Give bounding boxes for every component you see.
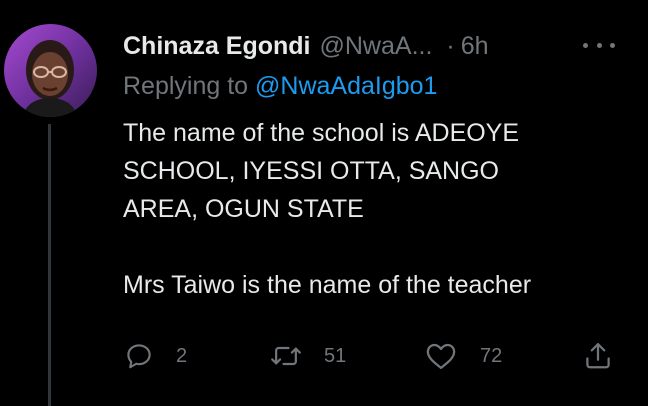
replying-to: Replying to @NwaAdaIgbo1 — [123, 72, 437, 101]
action-bar: 2 51 72 — [0, 334, 648, 378]
tweet-header: Chinaza Egondi @NwaA... · 6h — [123, 28, 489, 64]
tweet-time[interactable]: 6h — [461, 32, 489, 61]
author-name[interactable]: Chinaza Egondi — [123, 32, 311, 61]
share-button[interactable] — [583, 334, 613, 378]
reply-count: 2 — [176, 344, 188, 367]
replying-prefix: Replying to — [123, 72, 249, 100]
share-icon — [583, 341, 613, 371]
reply-button[interactable]: 2 — [124, 334, 187, 378]
tweet-text-line: Mrs Taiwo is the name of the teacher — [123, 271, 532, 299]
tweet[interactable]: Chinaza Egondi @NwaA... · 6h Replying to… — [0, 0, 648, 406]
like-button[interactable]: 72 — [424, 334, 502, 378]
retweet-button[interactable]: 51 — [270, 334, 346, 378]
heart-icon — [424, 341, 458, 371]
author-handle[interactable]: @NwaA... — [320, 32, 433, 61]
retweet-icon — [270, 341, 302, 371]
reply-icon — [124, 341, 154, 371]
tweet-text-line: AREA, OGUN STATE — [123, 195, 364, 223]
like-count: 72 — [480, 344, 503, 367]
tweet-text: The name of the school is ADEOYE SCHOOL,… — [123, 114, 633, 304]
tweet-text-line: SCHOOL, IYESSI OTTA, SANGO — [123, 157, 500, 185]
more-options-icon[interactable] — [583, 34, 615, 56]
retweet-count: 51 — [324, 344, 347, 367]
tweet-text-line: The name of the school is ADEOYE — [123, 119, 520, 147]
replying-to-mention[interactable]: @NwaAdaIgbo1 — [255, 72, 437, 100]
avatar[interactable] — [4, 24, 97, 117]
separator-dot: · — [446, 31, 455, 60]
